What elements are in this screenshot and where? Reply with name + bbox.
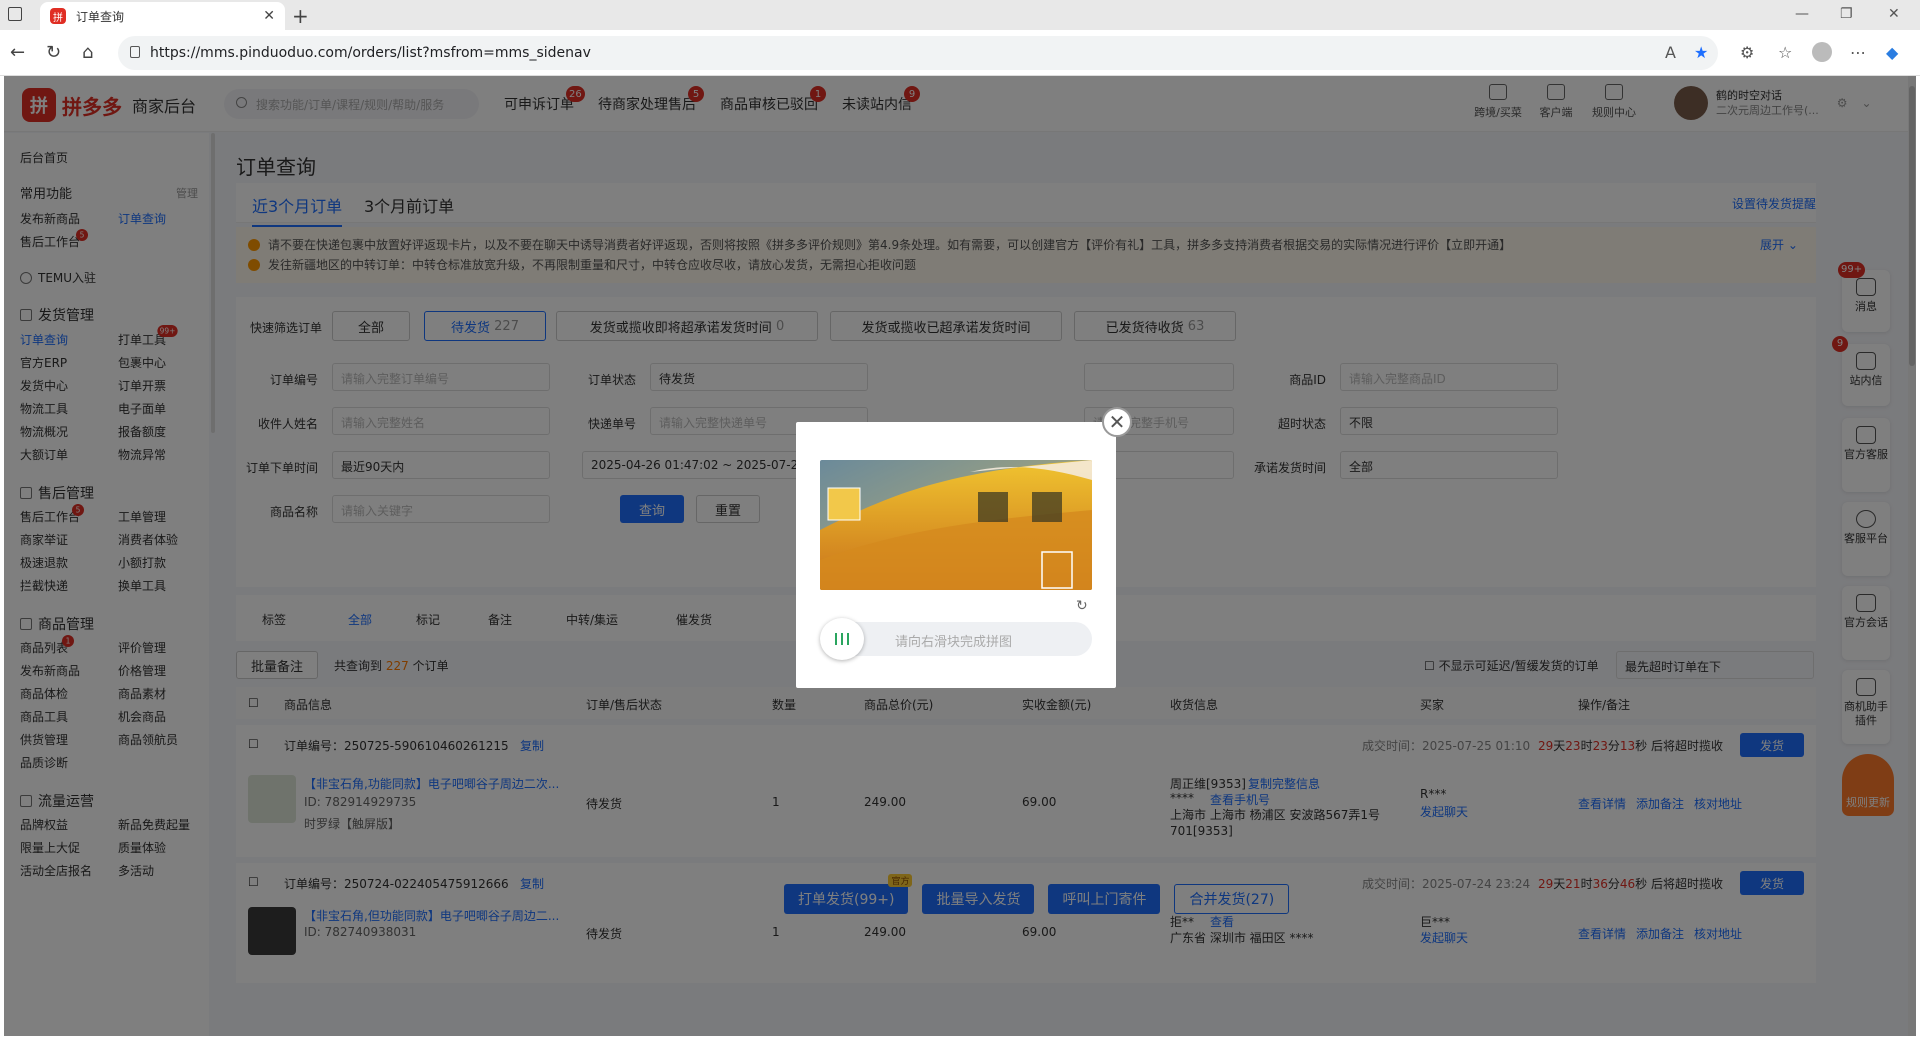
minimize-icon[interactable]: — (1795, 6, 1809, 22)
home-icon[interactable]: ⌂ (82, 42, 93, 63)
restore-icon[interactable]: ❐ (1840, 6, 1853, 22)
url-text: https://mms.pinduoduo.com/orders/list?ms… (150, 45, 591, 61)
favorites-icon[interactable]: ☆ (1778, 43, 1792, 62)
close-icon[interactable]: ✕ (1102, 407, 1132, 437)
pinduoduo-favicon-icon: 拼 (50, 8, 66, 24)
slider-hint: 请向右滑块完成拼图 (895, 635, 1013, 650)
puzzle-slot (978, 492, 1008, 522)
tab-close-icon[interactable]: ✕ (263, 8, 275, 24)
url-field[interactable]: https://mms.pinduoduo.com/orders/list?ms… (118, 36, 1718, 70)
favorite-star-icon[interactable]: ★ (1694, 43, 1708, 62)
lock-icon (130, 46, 140, 58)
read-aloud-icon[interactable]: A (1665, 43, 1676, 62)
tab-title: 订单查询 (76, 9, 125, 24)
refresh-icon[interactable]: ↻ (1076, 598, 1088, 614)
close-window-icon[interactable]: ✕ (1888, 6, 1900, 22)
puzzle-piece[interactable] (827, 487, 861, 521)
captcha-image (820, 460, 1092, 590)
more-icon[interactable]: ⋯ (1850, 43, 1866, 62)
back-icon[interactable]: ← (10, 42, 25, 63)
tab-actions-icon[interactable] (8, 7, 22, 21)
captcha-slider[interactable]: 请向右滑块完成拼图 (820, 618, 1092, 660)
reload-icon[interactable]: ↻ (46, 42, 61, 63)
new-tab-icon[interactable]: + (292, 4, 309, 28)
extensions-icon[interactable]: ⚙ (1740, 43, 1754, 62)
captcha-dialog: ↻ 请向右滑块完成拼图 (796, 422, 1116, 688)
puzzle-slot (1032, 492, 1062, 522)
profile-icon[interactable] (1812, 42, 1832, 62)
slider-handle[interactable] (820, 618, 864, 660)
address-bar: ← ↻ ⌂ https://mms.pinduoduo.com/orders/l… (0, 30, 1920, 76)
browser-tab-bar: 拼 订单查询 ✕ + — ❐ ✕ (0, 0, 1920, 30)
copilot-icon[interactable]: ◆ (1886, 43, 1898, 62)
browser-tab[interactable]: 拼 订单查询 ✕ (40, 2, 285, 30)
